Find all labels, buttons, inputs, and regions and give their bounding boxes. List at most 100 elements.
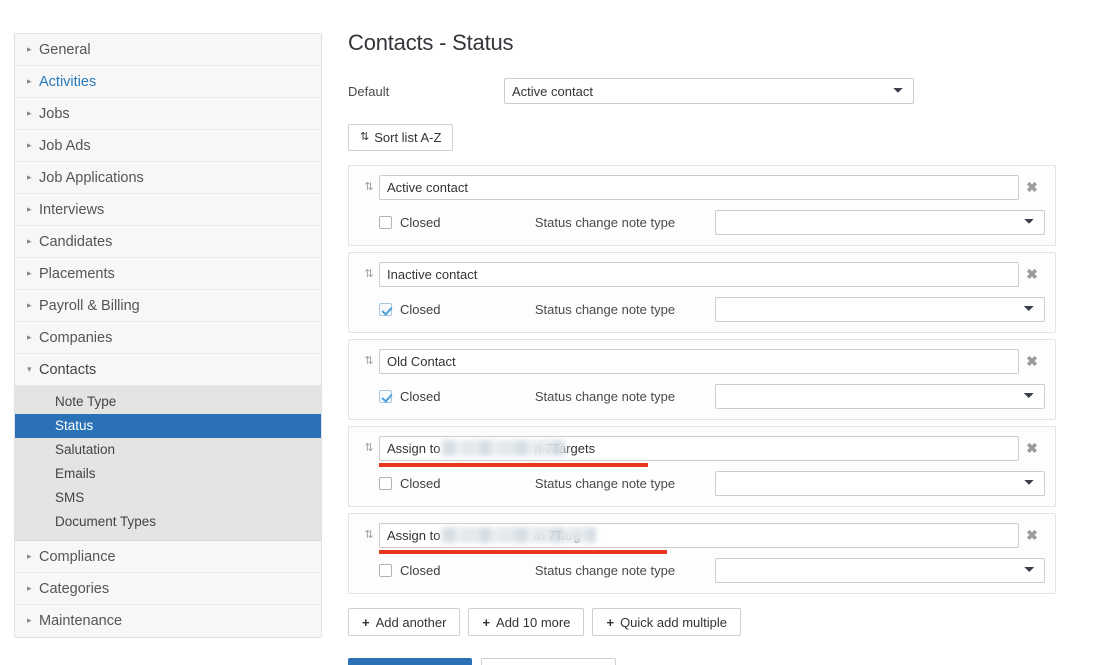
closed-checkbox[interactable] — [379, 564, 392, 577]
status-row-header: ⇅✖ — [359, 175, 1045, 200]
remove-status-icon[interactable]: ✖ — [1019, 440, 1045, 457]
closed-checkbox[interactable] — [379, 390, 392, 403]
note-type-select[interactable] — [715, 558, 1045, 583]
sidebar-item-label: Companies — [39, 322, 112, 354]
sidebar-item-contacts[interactable]: ▾Contacts — [15, 354, 321, 386]
chevron-right-icon: ▸ — [27, 97, 39, 129]
drag-handle-icon[interactable]: ⇅ — [359, 530, 379, 541]
status-row-options: ClosedStatus change note type — [359, 471, 1045, 496]
drag-handle-icon[interactable]: ⇅ — [359, 443, 379, 454]
cancel-changes-button[interactable]: Cancel Changes — [481, 658, 617, 665]
sidebar-subitem-emails[interactable]: Emails — [15, 462, 321, 486]
status-row: ⇅✖ClosedStatus change note type — [348, 426, 1056, 507]
note-type-select[interactable] — [715, 384, 1045, 409]
plus-icon: + — [482, 615, 490, 630]
sidebar-subitem-status[interactable]: Status — [15, 414, 321, 438]
drag-handle-icon[interactable]: ⇅ — [359, 269, 379, 280]
closed-checkbox-group: Closed — [379, 389, 535, 404]
sidebar-item-label: Contacts — [39, 354, 96, 386]
default-label: Default — [348, 84, 504, 99]
sidebar-item-companies[interactable]: ▸Companies — [15, 322, 321, 354]
chevron-down-icon: ▾ — [27, 353, 39, 385]
remove-status-icon[interactable]: ✖ — [1019, 179, 1045, 196]
default-status-select[interactable]: Active contactInactive contactOld Contac… — [504, 78, 914, 104]
status-row: ⇅✖ClosedStatus change note type — [348, 339, 1056, 420]
note-type-select[interactable] — [715, 210, 1045, 235]
sidebar-item-interviews[interactable]: ▸Interviews — [15, 194, 321, 226]
remove-status-icon[interactable]: ✖ — [1019, 527, 1045, 544]
chevron-right-icon: ▸ — [27, 33, 39, 65]
drag-handle-icon[interactable]: ⇅ — [359, 182, 379, 193]
sidebar-item-placements[interactable]: ▸Placements — [15, 258, 321, 290]
status-name-input[interactable] — [379, 175, 1019, 200]
sidebar-item-label: Maintenance — [39, 605, 122, 637]
add-button-quick-add-multiple[interactable]: +Quick add multiple — [592, 608, 741, 636]
save-changes-button[interactable]: Save Changes — [348, 658, 472, 665]
sidebar-item-job-ads[interactable]: ▸Job Ads — [15, 130, 321, 162]
sidebar-item-payroll-billing[interactable]: ▸Payroll & Billing — [15, 290, 321, 322]
status-name-field-wrap — [379, 523, 1019, 548]
status-row-options: Closed Status change note type — [359, 558, 1045, 583]
status-name-input[interactable] — [379, 262, 1019, 287]
note-type-label: Status change note type — [535, 476, 715, 491]
plus-icon: + — [606, 615, 614, 630]
note-type-label: Status change note type — [535, 215, 715, 230]
sidebar-item-job-applications[interactable]: ▸Job Applications — [15, 162, 321, 194]
add-button-label: Add 10 more — [496, 615, 570, 630]
app-root: ▸General▸Activities▸Jobs▸Job Ads▸Job App… — [0, 0, 1093, 665]
add-button-add-another[interactable]: +Add another — [348, 608, 460, 636]
drag-handle-icon[interactable]: ⇅ — [359, 356, 379, 367]
closed-checkbox-label: Closed — [400, 563, 440, 578]
note-type-label: Status change note type — [535, 563, 715, 578]
closed-checkbox-group: Closed — [379, 302, 535, 317]
sidebar-item-maintenance[interactable]: ▸Maintenance — [15, 605, 321, 637]
form-action-buttons: Save Changes Cancel Changes — [348, 658, 1068, 665]
status-row-header: ⇅✖ — [359, 349, 1045, 374]
status-row-list: ⇅✖ClosedStatus change note type⇅✖ClosedS… — [348, 165, 1068, 594]
sidebar-item-label: Interviews — [39, 194, 104, 226]
main-content: Contacts - Status Default Active contact… — [348, 30, 1068, 665]
remove-status-icon[interactable]: ✖ — [1019, 353, 1045, 370]
sidebar-item-jobs[interactable]: ▸Jobs — [15, 98, 321, 130]
sidebar-item-general[interactable]: ▸General — [15, 34, 321, 66]
status-name-field-wrap — [379, 175, 1019, 200]
sidebar-item-candidates[interactable]: ▸Candidates — [15, 226, 321, 258]
chevron-right-icon: ▸ — [27, 257, 39, 289]
add-button-add-10-more[interactable]: + Add 10 more — [468, 608, 584, 636]
sidebar-subitem-salutation[interactable]: Salutation — [15, 438, 321, 462]
sidebar-item-activities[interactable]: ▸Activities — [15, 66, 321, 98]
status-name-field-wrap — [379, 436, 1019, 461]
sidebar-item-label: Activities — [39, 66, 96, 98]
status-name-input[interactable] — [379, 349, 1019, 374]
closed-checkbox[interactable] — [379, 216, 392, 229]
chevron-right-icon: ▸ — [27, 604, 39, 636]
status-row-options: ClosedStatus change note type — [359, 297, 1045, 322]
sort-list-button[interactable]: ⇅ Sort list A-Z — [348, 124, 453, 151]
sidebar-item-categories[interactable]: ▸Categories — [15, 573, 321, 605]
sidebar-subitem-sms[interactable]: SMS — [15, 486, 321, 510]
status-name-input[interactable] — [379, 523, 1019, 548]
chevron-right-icon: ▸ — [27, 572, 39, 604]
sidebar-item-label: Candidates — [39, 226, 112, 258]
closed-checkbox-label: Closed — [400, 389, 440, 404]
chevron-right-icon: ▸ — [27, 161, 39, 193]
settings-sidebar: ▸General▸Activities▸Jobs▸Job Ads▸Job App… — [14, 33, 322, 638]
status-row: ⇅✖ClosedStatus change note type — [348, 165, 1056, 246]
note-type-select[interactable] — [715, 297, 1045, 322]
sidebar-item-label: Placements — [39, 258, 115, 290]
sidebar-item-compliance[interactable]: ▸Compliance — [15, 541, 321, 573]
status-name-field-wrap — [379, 262, 1019, 287]
remove-status-icon[interactable]: ✖ — [1019, 266, 1045, 283]
note-type-label: Status change note type — [535, 389, 715, 404]
sidebar-subitem-document-types[interactable]: Document Types — [15, 510, 321, 534]
chevron-right-icon: ▸ — [27, 540, 39, 572]
closed-checkbox-label: Closed — [400, 302, 440, 317]
status-name-input[interactable] — [379, 436, 1019, 461]
status-row-header: ⇅✖ — [359, 436, 1045, 461]
sidebar-item-label: Categories — [39, 573, 109, 605]
note-type-select[interactable] — [715, 471, 1045, 496]
closed-checkbox[interactable] — [379, 477, 392, 490]
status-name-field-wrap — [379, 349, 1019, 374]
closed-checkbox[interactable] — [379, 303, 392, 316]
sidebar-subitem-note-type[interactable]: Note Type — [15, 390, 321, 414]
